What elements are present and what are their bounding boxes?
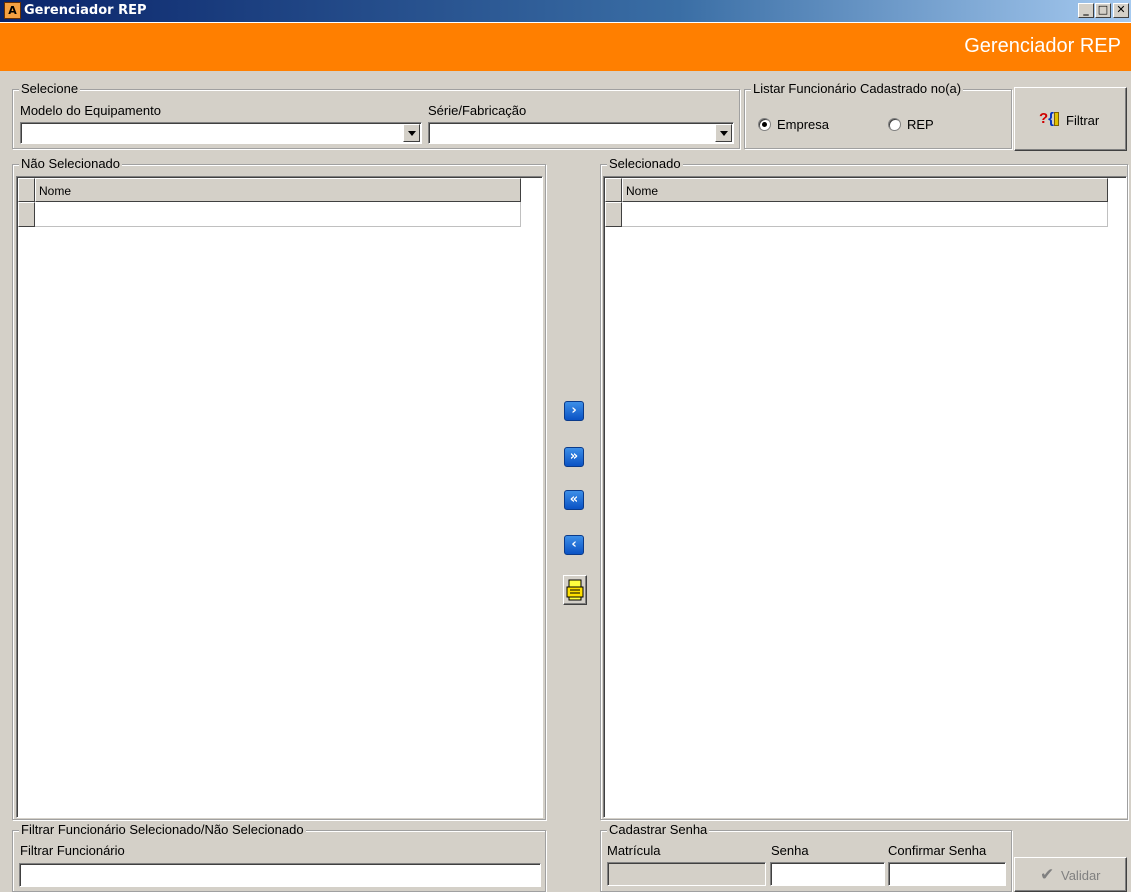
table-row[interactable]: [622, 202, 1108, 227]
move-left-button[interactable]: ‹: [564, 535, 584, 555]
modelo-label: Modelo do Equipamento: [20, 103, 161, 118]
chevron-left-icon: ‹: [571, 537, 577, 552]
nome-column-header[interactable]: Nome: [35, 178, 521, 202]
move-all-left-button[interactable]: «: [564, 490, 584, 510]
filtrar-label: Filtrar: [1066, 113, 1100, 128]
filtrar-button[interactable]: ?{ Filtrar: [1014, 87, 1127, 151]
print-button[interactable]: [563, 575, 587, 605]
move-right-button[interactable]: ›: [564, 401, 584, 421]
row-indicator[interactable]: [605, 202, 622, 227]
nome-column-header[interactable]: Nome: [622, 178, 1108, 202]
rep-label: REP: [907, 117, 934, 132]
empresa-label: Empresa: [777, 117, 830, 132]
chevron-down-icon[interactable]: [715, 124, 732, 142]
matricula-label: Matrícula: [607, 843, 661, 858]
empresa-radio[interactable]: [758, 118, 771, 131]
confirmar-senha-label: Confirmar Senha: [888, 843, 987, 858]
chevron-down-icon[interactable]: [403, 124, 420, 142]
serie-label: Série/Fabricação: [428, 103, 527, 118]
serie-combo[interactable]: [428, 122, 734, 144]
matricula-field[interactable]: [607, 862, 766, 886]
maximize-button[interactable]: □: [1095, 3, 1111, 18]
maximize-icon: □: [1097, 3, 1109, 16]
move-all-right-button[interactable]: »: [564, 447, 584, 467]
app-a-icon: A: [4, 2, 21, 19]
filtrar-funcionario-title: Filtrar Funcionário Selecionado/Não Sele…: [19, 822, 306, 837]
grid-corner: [18, 178, 35, 202]
close-icon: ✕: [1116, 3, 1126, 16]
table-row[interactable]: [35, 202, 521, 227]
selecionado-grid[interactable]: Nome: [603, 176, 1127, 818]
senha-label: Senha: [771, 843, 809, 858]
row-indicator[interactable]: [18, 202, 35, 227]
window-title: Gerenciador REP: [24, 3, 147, 18]
confirmar-senha-field[interactable]: [888, 862, 1006, 886]
filtrar-funcionario-label: Filtrar Funcionário: [20, 843, 125, 858]
grid-corner: [605, 178, 622, 202]
minimize-icon: _: [1083, 3, 1089, 16]
validar-button[interactable]: ✔ Validar: [1014, 857, 1127, 892]
senha-field[interactable]: [770, 862, 885, 886]
double-chevron-left-icon: «: [569, 492, 579, 507]
double-chevron-right-icon: »: [569, 449, 579, 464]
checkmark-icon: ✔: [1040, 865, 1055, 884]
header-banner: Gerenciador REP: [0, 22, 1131, 71]
listar-group-title: Listar Funcionário Cadastrado no(a): [751, 81, 964, 96]
title-bar: A Gerenciador REP _ □ ✕: [0, 0, 1131, 22]
selecionado-title: Selecionado: [607, 156, 683, 171]
cadastrar-senha-title: Cadastrar Senha: [607, 822, 710, 837]
filter-query-icon: ?{: [1039, 110, 1060, 127]
printer-icon: [566, 579, 584, 601]
banner-title: Gerenciador REP: [964, 35, 1121, 57]
selecione-group-title: Selecione: [19, 81, 81, 96]
validar-label: Validar: [1061, 868, 1101, 883]
close-button[interactable]: ✕: [1113, 3, 1129, 18]
minimize-button[interactable]: _: [1078, 3, 1094, 18]
chevron-right-icon: ›: [571, 403, 577, 418]
rep-radio[interactable]: [888, 118, 901, 131]
filtrar-funcionario-input[interactable]: [19, 863, 541, 887]
nao-selecionado-title: Não Selecionado: [19, 156, 123, 171]
modelo-combo[interactable]: [20, 122, 422, 144]
nao-selecionado-grid[interactable]: Nome: [16, 176, 543, 818]
